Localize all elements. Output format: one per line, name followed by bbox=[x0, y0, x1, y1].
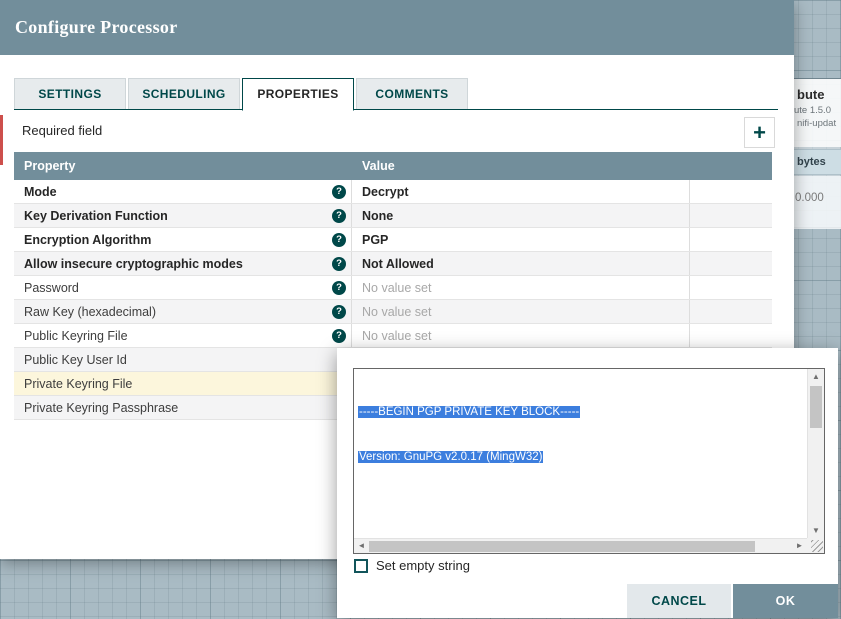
processor-stat-band: 0.000 bbox=[790, 176, 841, 229]
scroll-down-icon[interactable]: ▼ bbox=[808, 523, 824, 538]
help-icon[interactable]: ? bbox=[332, 329, 346, 343]
property-name: Key Derivation Function bbox=[24, 208, 168, 223]
property-name: Public Key User Id bbox=[24, 352, 127, 367]
row-actions-cell bbox=[690, 228, 772, 251]
processor-stat-value: 0.000 bbox=[795, 192, 824, 204]
table-row[interactable]: Key Derivation Function? None bbox=[14, 204, 772, 228]
key-text-line: -----BEGIN PGP PRIVATE KEY BLOCK----- bbox=[358, 406, 581, 418]
table-row[interactable]: Encryption Algorithm? PGP bbox=[14, 228, 772, 252]
table-row[interactable]: Raw Key (hexadecimal)? No value set bbox=[14, 300, 772, 324]
column-header-value: Value bbox=[362, 159, 395, 173]
help-icon[interactable]: ? bbox=[332, 281, 346, 295]
property-value[interactable]: No value set bbox=[352, 276, 690, 299]
table-row[interactable]: Mode? Decrypt bbox=[14, 180, 772, 204]
processor-fragment[interactable]: bute ute 1.5.0 nifi-updat bytes 0.000 bbox=[789, 78, 841, 229]
property-name: Raw Key (hexadecimal) bbox=[24, 304, 156, 319]
table-row[interactable]: Password? No value set bbox=[14, 276, 772, 300]
add-property-button[interactable]: + bbox=[744, 117, 775, 148]
help-icon[interactable]: ? bbox=[332, 185, 346, 199]
help-icon[interactable]: ? bbox=[332, 257, 346, 271]
tab-settings[interactable]: SETTINGS bbox=[14, 78, 126, 109]
processor-title-fragment: bute bbox=[797, 87, 825, 102]
scroll-right-icon[interactable]: ► bbox=[792, 539, 807, 553]
property-value[interactable]: No value set bbox=[352, 324, 690, 347]
table-row[interactable]: Public Keyring File? No value set bbox=[14, 324, 772, 348]
help-icon[interactable]: ? bbox=[332, 209, 346, 223]
processor-stat-band: bytes bbox=[790, 149, 841, 175]
help-icon[interactable]: ? bbox=[332, 233, 346, 247]
property-value[interactable]: Decrypt bbox=[352, 180, 690, 203]
value-editor-textarea[interactable]: -----BEGIN PGP PRIVATE KEY BLOCK----- Ve… bbox=[353, 368, 825, 554]
dialog-title: Configure Processor bbox=[15, 17, 178, 37]
help-icon[interactable]: ? bbox=[332, 305, 346, 319]
dialog-header: Configure Processor bbox=[0, 0, 794, 55]
required-field-label: Required field bbox=[22, 123, 103, 138]
row-actions-cell bbox=[690, 204, 772, 227]
property-name: Private Keyring File bbox=[24, 376, 133, 391]
property-name: Mode bbox=[24, 184, 57, 199]
processor-version-fragment: ute 1.5.0 bbox=[794, 105, 831, 116]
key-text: -----BEGIN PGP PRIVATE KEY BLOCK----- Ve… bbox=[358, 375, 804, 537]
row-actions-cell bbox=[690, 300, 772, 323]
processor-stat-label: bytes bbox=[797, 156, 826, 168]
canvas-red-component-fragment bbox=[0, 115, 3, 165]
set-empty-string-checkbox[interactable] bbox=[354, 558, 368, 573]
processor-bundle-fragment: nifi-updat bbox=[797, 118, 837, 129]
vertical-scrollbar[interactable]: ▲ ▼ bbox=[807, 369, 824, 538]
property-name: Password bbox=[24, 280, 79, 295]
row-actions-cell bbox=[690, 252, 772, 275]
property-name: Private Keyring Passphrase bbox=[24, 400, 179, 415]
property-value[interactable]: No value set bbox=[352, 300, 690, 323]
value-editor-popup: -----BEGIN PGP PRIVATE KEY BLOCK----- Ve… bbox=[337, 348, 838, 618]
scrollbar-corner bbox=[807, 538, 824, 553]
property-name: Allow insecure cryptographic modes bbox=[24, 256, 243, 271]
cancel-button[interactable]: CANCEL bbox=[627, 584, 731, 618]
property-value[interactable]: Not Allowed bbox=[352, 252, 690, 275]
property-value[interactable]: None bbox=[352, 204, 690, 227]
row-actions-cell bbox=[690, 180, 772, 203]
row-actions-cell bbox=[690, 324, 772, 347]
horizontal-scroll-thumb[interactable] bbox=[369, 541, 755, 552]
vertical-scroll-thumb[interactable] bbox=[810, 386, 822, 428]
key-text-line: Version: GnuPG v2.0.17 (MingW32) bbox=[358, 451, 544, 463]
scroll-left-icon[interactable]: ◄ bbox=[354, 539, 369, 553]
tab-comments[interactable]: COMMENTS bbox=[356, 78, 468, 109]
table-header-row: Property Value bbox=[14, 152, 772, 180]
plus-icon: + bbox=[753, 119, 766, 145]
row-actions-cell bbox=[690, 276, 772, 299]
horizontal-scrollbar[interactable]: ◄ ► bbox=[354, 538, 807, 553]
property-name: Public Keyring File bbox=[24, 328, 128, 343]
table-row[interactable]: Allow insecure cryptographic modes? Not … bbox=[14, 252, 772, 276]
tab-scheduling[interactable]: SCHEDULING bbox=[128, 78, 240, 109]
column-header-property: Property bbox=[24, 159, 76, 173]
resize-grip[interactable] bbox=[811, 540, 823, 552]
tab-bar: SETTINGS SCHEDULING PROPERTIES COMMENTS bbox=[14, 78, 778, 111]
tab-properties[interactable]: PROPERTIES bbox=[242, 78, 354, 111]
set-empty-string-label: Set empty string bbox=[376, 558, 470, 573]
property-value[interactable]: PGP bbox=[352, 228, 690, 251]
property-name: Encryption Algorithm bbox=[24, 232, 152, 247]
ok-button[interactable]: OK bbox=[733, 584, 838, 618]
scroll-up-icon[interactable]: ▲ bbox=[808, 369, 824, 384]
